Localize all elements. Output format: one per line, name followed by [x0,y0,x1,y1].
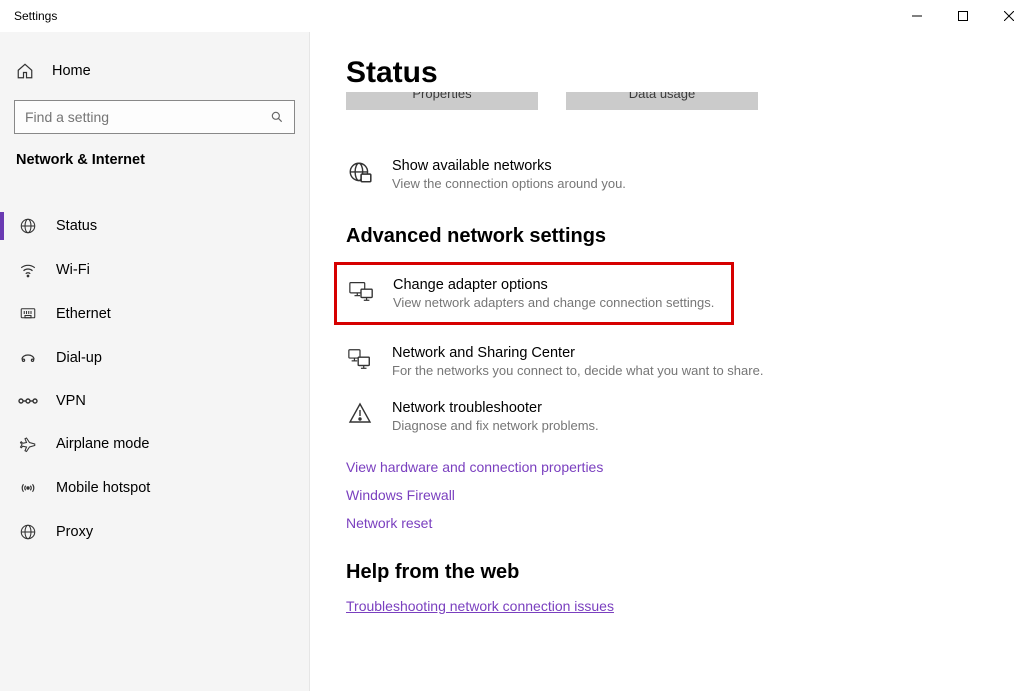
airplane-icon [18,435,38,453]
home-label: Home [52,63,91,79]
setting-title: Network and Sharing Center [392,345,763,361]
setting-title: Network troubleshooter [392,400,599,416]
page-title: Status [346,56,1032,90]
help-troubleshoot-link[interactable]: Troubleshooting network connection issue… [346,598,1032,614]
proxy-icon [18,523,38,541]
sidebar-item-hotspot[interactable]: Mobile hotspot [0,466,309,510]
sidebar-item-label: Status [56,218,97,234]
sidebar-item-label: Mobile hotspot [56,480,150,496]
setting-title: Change adapter options [393,277,714,293]
close-button[interactable] [986,0,1032,32]
network-troubleshooter[interactable]: Network troubleshooter Diagnose and fix … [346,392,1032,447]
globe-icon [18,217,38,235]
sidebar-item-label: Dial-up [56,350,102,366]
data-usage-button[interactable]: Data usage [566,92,758,110]
windows-firewall-link[interactable]: Windows Firewall [346,487,1032,503]
globe-icon [346,158,374,186]
maximize-button[interactable] [940,0,986,32]
properties-button[interactable]: Properties [346,92,538,110]
search-icon [270,110,284,124]
show-available-networks[interactable]: Show available networks View the connect… [346,150,1032,205]
sidebar-section-title: Network & Internet [0,152,309,182]
home-icon [16,62,34,80]
sidebar-item-label: Proxy [56,524,93,540]
adapter-icon [347,277,375,303]
minimize-button[interactable] [894,0,940,32]
search-input[interactable] [25,109,270,125]
view-hardware-link[interactable]: View hardware and connection properties [346,459,1032,475]
advanced-header: Advanced network settings [346,225,1032,248]
search-box[interactable] [14,100,295,134]
window-title: Settings [14,9,57,23]
sidebar-item-airplane[interactable]: Airplane mode [0,422,309,466]
sidebar-item-wifi[interactable]: Wi-Fi [0,248,309,292]
help-header: Help from the web [346,561,1032,584]
sharing-icon [346,345,374,371]
main-content: Status Properties Data usage Show availa… [310,32,1032,691]
sidebar-item-status[interactable]: Status [0,204,309,248]
warning-icon [346,400,374,424]
nav-list: Status Wi-Fi Ethernet Dial-up [0,182,309,554]
sidebar-item-ethernet[interactable]: Ethernet [0,292,309,336]
dialup-icon [18,349,38,367]
highlight-annotation: Change adapter options View network adap… [334,262,734,325]
setting-desc: View network adapters and change connect… [393,295,714,310]
setting-desc: View the connection options around you. [392,176,626,191]
vpn-icon [18,395,38,407]
network-reset-link[interactable]: Network reset [346,515,1032,531]
sidebar-item-label: Airplane mode [56,436,150,452]
sidebar: Home Network & Internet Status Wi-Fi [0,32,310,691]
truncated-button-row: Properties Data usage [346,92,1032,110]
ethernet-icon [18,305,38,323]
sidebar-item-dialup[interactable]: Dial-up [0,336,309,380]
sidebar-item-vpn[interactable]: VPN [0,380,309,422]
sidebar-item-proxy[interactable]: Proxy [0,510,309,554]
hotspot-icon [18,479,38,497]
change-adapter-options[interactable]: Change adapter options View network adap… [347,277,721,310]
network-sharing-center[interactable]: Network and Sharing Center For the netwo… [346,337,1032,392]
sidebar-item-label: Ethernet [56,306,111,322]
setting-desc: For the networks you connect to, decide … [392,363,763,378]
home-link[interactable]: Home [0,52,309,90]
window-controls [894,0,1032,32]
sidebar-item-label: VPN [56,393,86,409]
wifi-icon [18,261,38,279]
setting-title: Show available networks [392,158,626,174]
setting-desc: Diagnose and fix network problems. [392,418,599,433]
titlebar: Settings [0,0,1032,32]
sidebar-item-label: Wi-Fi [56,262,90,278]
